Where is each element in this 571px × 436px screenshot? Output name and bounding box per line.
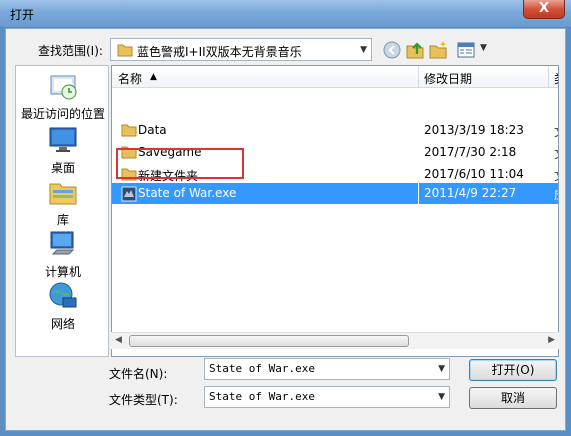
exe-icon [121,186,137,202]
chevron-down-icon[interactable]: ▼ [438,364,445,374]
horizontal-scrollbar[interactable]: ◀ ▶ [111,332,559,349]
chevron-down-icon[interactable]: ▼ [438,392,445,402]
file-list[interactable]: 名称 ▲ 修改日期 类 Data 2013/3/19 18:23 文 Saveg… [111,65,559,357]
filetype-label: 文件类型(T): [109,393,178,407]
column-type[interactable]: 类 [554,70,558,87]
title-bar: 打开 X [0,0,571,28]
file-name: State of War.exe [138,186,237,200]
folder-icon [121,124,137,137]
lookin-combo[interactable]: 蓝色警戒I+II双版本无背景音乐 ▼ [110,38,372,61]
place-libraries[interactable]: 库 [16,176,110,228]
place-label: 最近访问的位置 [20,107,105,121]
file-date: 2011/4/9 22:27 [424,186,517,200]
file-date: 2017/7/30 2:18 [424,145,517,159]
list-header: 名称 ▲ 修改日期 类 [112,66,558,88]
place-desktop[interactable]: 桌面 [16,124,110,176]
filename-label: 文件名(N): [109,367,168,381]
column-divider[interactable] [548,66,549,88]
file-type: 应 [554,186,558,203]
list-item-selected[interactable]: State of War.exe 2011/4/9 22:27 应 [112,183,558,204]
cancel-button[interactable]: 取消 [469,387,557,409]
place-label: 库 [56,213,69,227]
close-button[interactable]: X [523,0,565,19]
chevron-down-icon[interactable]: ▼ [480,43,487,53]
list-item[interactable]: Data 2013/3/19 18:23 文 [112,120,558,141]
file-date: 2013/3/19 18:23 [424,123,524,137]
lookin-value: 蓝色警戒I+II双版本无背景音乐 [137,45,302,59]
file-date: 2017/6/10 11:04 [424,167,524,181]
file-name: Savegame [138,145,202,159]
place-computer[interactable]: 计算机 [16,228,110,280]
sort-ascending-icon: ▲ [150,72,157,82]
place-label: 网络 [50,317,75,331]
column-divider[interactable] [418,66,419,88]
place-network[interactable]: 网络 [16,280,110,332]
folder-icon [121,168,137,181]
back-icon[interactable] [382,40,402,60]
up-folder-icon[interactable] [405,40,425,60]
desktop-icon [49,127,77,152]
filetype-select[interactable]: State of War.exe ▼ [204,386,450,408]
file-type: 文 [554,123,558,140]
recent-places-icon [50,75,77,100]
file-name: 新建文件夹 [138,169,199,183]
filetype-value: State of War.exe [209,390,315,403]
column-name[interactable]: 名称 [118,70,142,87]
scroll-left-icon[interactable]: ◀ [115,335,122,345]
folder-icon [117,44,133,57]
scroll-right-icon[interactable]: ▶ [548,335,555,345]
file-name: Data [138,123,167,137]
place-recent[interactable]: 最近访问的位置 [16,70,110,122]
computer-icon [50,231,75,255]
places-bar: 最近访问的位置 桌面 库 计算机 网络 [15,65,109,357]
filename-input[interactable]: State of War.exe ▼ [204,358,450,380]
libraries-icon [49,183,77,205]
folder-icon [121,146,137,159]
place-label: 桌面 [50,161,75,175]
open-button[interactable]: 打开(O) [469,359,557,381]
filename-value: State of War.exe [209,362,315,375]
place-label: 计算机 [44,265,81,279]
chevron-down-icon[interactable]: ▼ [360,45,367,55]
column-divider [418,183,419,204]
list-item[interactable]: 新建文件夹 2017/6/10 11:04 文 [112,164,558,185]
file-type: 文 [554,145,558,162]
window-title: 打开 [10,8,35,22]
view-menu-icon[interactable] [456,40,476,60]
list-item[interactable]: Savegame 2017/7/30 2:18 文 [112,142,558,163]
column-date[interactable]: 修改日期 [424,70,472,87]
file-type: 文 [554,167,558,184]
lookin-label: 查找范围(I): [38,44,103,58]
scrollbar-thumb[interactable] [129,335,409,347]
file-dialog: 查找范围(I): 蓝色警戒I+II双版本无背景音乐 ▼ ▼ 最近访问的位置 桌面… [5,28,566,431]
network-icon [49,282,77,308]
new-folder-icon[interactable] [428,40,448,60]
